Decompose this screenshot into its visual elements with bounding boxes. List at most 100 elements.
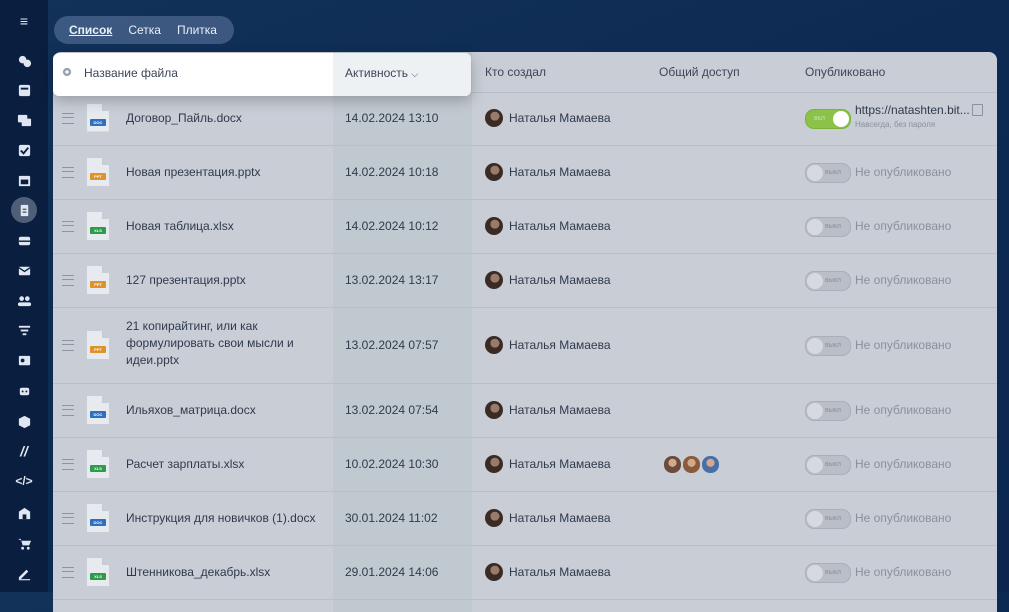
author-name[interactable]: Наталья Мамаева: [509, 111, 611, 125]
public-link[interactable]: https://natashten.bit...: [855, 103, 970, 117]
publish-toggle[interactable]: выкл: [805, 509, 851, 529]
avatar[interactable]: [485, 271, 503, 289]
shared-user-avatar[interactable]: [682, 455, 701, 474]
author-name[interactable]: Наталья Мамаева: [509, 403, 611, 417]
drag-handle-icon[interactable]: [62, 275, 74, 286]
publish-toggle[interactable]: выкл: [805, 336, 851, 356]
file-type-badge: DOC: [90, 519, 106, 526]
table-row[interactable]: XLS Новая таблица.xlsx 14.02.2024 10:12 Нат…: [53, 199, 997, 254]
drag-handle-icon[interactable]: [62, 221, 74, 232]
xls-file-icon: XLS: [87, 212, 109, 240]
author-name[interactable]: Наталья Мамаева: [509, 165, 611, 179]
sign-icon[interactable]: [12, 561, 36, 585]
author-name[interactable]: Наталья Мамаева: [509, 511, 611, 525]
avatar[interactable]: [485, 455, 503, 473]
file-name[interactable]: 127 презентация.pptx: [126, 273, 246, 287]
tab-grid[interactable]: Сетка: [120, 16, 169, 44]
file-name-line[interactable]: идеи.pptx: [126, 353, 179, 367]
column-author[interactable]: Кто создал: [485, 52, 546, 92]
file-type-badge: PPT: [90, 173, 106, 180]
filter-icon[interactable]: [12, 318, 36, 342]
robot-icon[interactable]: [12, 378, 36, 402]
team-icon[interactable]: [12, 288, 36, 312]
file-icon-fold: [102, 396, 109, 403]
code-icon[interactable]: </>: [12, 469, 36, 493]
table-row[interactable]: PPT 127 презентация.pptx 13.02.2024 13:17 Н…: [53, 253, 997, 308]
column-file-name[interactable]: Название файла: [84, 53, 178, 93]
table-row[interactable]: PPT 21 копирайтинг, или как формулировать …: [53, 307, 997, 384]
author-name[interactable]: Наталья Мамаева: [509, 565, 611, 579]
copy-icon[interactable]: [972, 103, 983, 116]
publish-toggle[interactable]: выкл: [805, 455, 851, 475]
file-icon-fold: [102, 331, 109, 338]
publish-toggle[interactable]: вкл: [805, 108, 851, 129]
publish-toggle[interactable]: выкл: [805, 563, 851, 583]
box-icon[interactable]: [12, 409, 36, 433]
table-row[interactable]: DOC Инструкция для новичков (1).docx 30.01…: [53, 491, 997, 546]
mail-icon[interactable]: [12, 258, 36, 282]
author-name[interactable]: Наталья Мамаева: [509, 457, 611, 471]
publish-status: Не опубликовано: [855, 273, 952, 287]
calendar-icon[interactable]: [12, 168, 36, 192]
column-sharing[interactable]: Общий доступ: [659, 52, 740, 92]
chat-bubbles-icon[interactable]: [12, 49, 36, 73]
avatar[interactable]: [485, 401, 503, 419]
author-name[interactable]: Наталья Мамаева: [509, 273, 611, 287]
marketing-icon[interactable]: //: [12, 439, 36, 463]
gear-icon[interactable]: [61, 66, 73, 78]
shared-user-avatar[interactable]: [663, 455, 682, 474]
publish-toggle[interactable]: выкл: [805, 271, 851, 291]
toggle-label: выкл: [825, 223, 841, 230]
file-name[interactable]: Договор_Пайль.docx: [126, 111, 242, 125]
avatar[interactable]: [485, 336, 503, 354]
drag-handle-icon[interactable]: [62, 167, 74, 178]
tab-tiles[interactable]: Плитка: [169, 16, 225, 44]
table-row[interactable]: DOC Ильяхов_матрица.docx 13.02.2024 07:54 Н…: [53, 383, 997, 438]
file-name[interactable]: Инструкция для новичков (1).docx: [126, 511, 316, 525]
publish-toggle[interactable]: выкл: [805, 217, 851, 237]
contact-card-icon[interactable]: [12, 348, 36, 372]
table-row[interactable]: DOC Договор_Пайль.docx 14.02.2024 13:10 Нат…: [53, 90, 997, 146]
menu-icon[interactable]: ≡: [12, 9, 36, 33]
avatar[interactable]: [485, 509, 503, 527]
drag-handle-icon[interactable]: [62, 340, 74, 351]
file-name-line[interactable]: 21 копирайтинг, или как: [126, 319, 258, 333]
file-name[interactable]: Расчет зарплаты.xlsx: [126, 457, 244, 471]
storage-icon[interactable]: [12, 228, 36, 252]
toggle-knob: [807, 457, 823, 473]
table-row[interactable]: XLS Расчет зарплаты.xlsx 10.02.2024 10:30 Н…: [53, 437, 997, 492]
column-published[interactable]: Опубликовано: [805, 52, 885, 92]
tab-list[interactable]: Список: [61, 16, 120, 44]
file-name-line[interactable]: формулировать свои мысли и: [126, 336, 294, 350]
cart-icon[interactable]: [12, 531, 36, 555]
shared-user-avatar[interactable]: [701, 455, 720, 474]
office-building-icon[interactable]: [12, 501, 36, 525]
avatar[interactable]: [485, 563, 503, 581]
publish-status: Не опубликовано: [855, 457, 952, 471]
publish-toggle[interactable]: выкл: [805, 401, 851, 421]
checkbox-icon[interactable]: [12, 138, 36, 162]
file-name[interactable]: Штенникова_декабрь.xlsx: [126, 565, 270, 579]
avatar[interactable]: [485, 217, 503, 235]
drag-handle-icon[interactable]: [62, 405, 74, 416]
messages-icon[interactable]: [12, 108, 36, 132]
activity-date: 29.01.2024 14:06: [345, 565, 439, 579]
drag-handle-icon[interactable]: [62, 567, 74, 578]
column-activity[interactable]: Активность ⌵: [345, 53, 418, 94]
toggle-knob: [807, 565, 823, 581]
avatar[interactable]: [485, 163, 503, 181]
file-name[interactable]: Новая презентация.pptx: [126, 165, 260, 179]
file-name[interactable]: Ильяхов_матрица.docx: [126, 403, 256, 417]
publish-toggle[interactable]: выкл: [805, 163, 851, 183]
table-row[interactable]: PPT Новая презентация.pptx 14.02.2024 10:1…: [53, 145, 997, 200]
drag-handle-icon[interactable]: [62, 112, 74, 124]
file-name[interactable]: Новая таблица.xlsx: [126, 219, 234, 233]
drag-handle-icon[interactable]: [62, 513, 74, 524]
drag-handle-icon[interactable]: [62, 459, 74, 470]
file-icon-fold: [102, 558, 109, 565]
avatar[interactable]: [485, 108, 503, 127]
author-name[interactable]: Наталья Мамаева: [509, 338, 611, 352]
author-name[interactable]: Наталья Мамаева: [509, 219, 611, 233]
documents-icon[interactable]: [11, 197, 37, 223]
tasks-icon[interactable]: [12, 78, 36, 102]
